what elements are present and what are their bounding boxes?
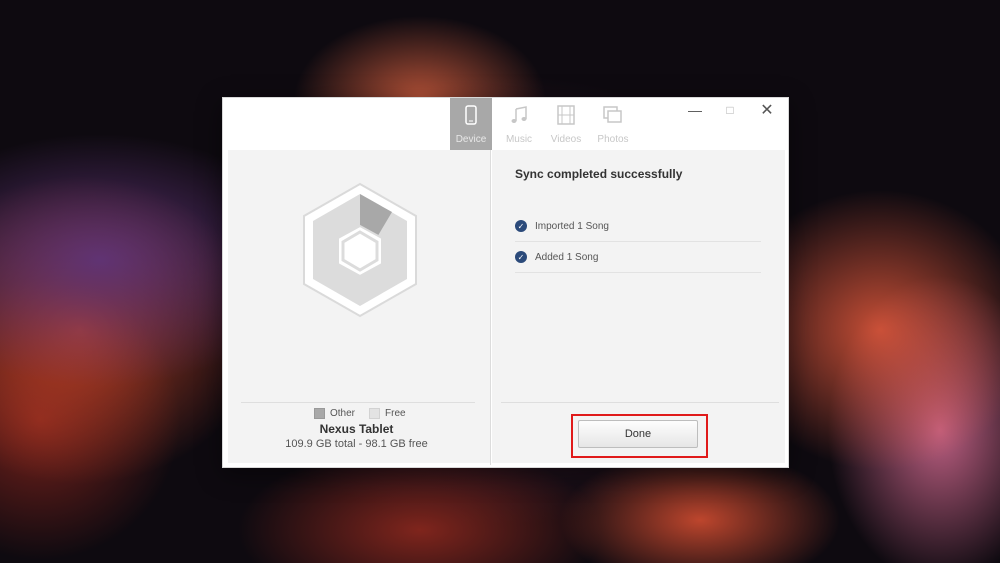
check-circle-icon: ✓: [515, 220, 527, 232]
music-note-icon: [509, 104, 529, 126]
legend-free-label: Free: [385, 408, 406, 419]
sync-result-text: Imported 1 Song: [535, 220, 609, 232]
tab-device[interactable]: Device: [450, 98, 492, 150]
sync-status-title: Sync completed successfully: [515, 167, 683, 181]
maximize-button[interactable]: □: [715, 100, 745, 120]
tab-label: Photos: [597, 134, 629, 145]
legend-free: Free: [369, 408, 406, 419]
check-circle-icon: ✓: [515, 251, 527, 263]
phone-icon: [465, 104, 477, 126]
legend-other: Other: [314, 408, 355, 419]
other-swatch: [314, 408, 325, 419]
device-storage: 109.9 GB total - 98.1 GB free: [285, 438, 428, 450]
pane-divider: [490, 150, 491, 465]
device-pane: Other Free: [228, 150, 490, 463]
free-swatch: [369, 408, 381, 419]
sync-result-item: ✓ Imported 1 Song: [515, 211, 761, 242]
tab-label: Music: [505, 134, 533, 145]
tab-videos[interactable]: Videos: [545, 98, 587, 150]
tab-photos[interactable]: Photos: [592, 98, 634, 150]
storage-legend: Other Free: [314, 408, 406, 419]
storage-hexagon-chart: [300, 182, 420, 322]
tab-label: Videos: [550, 134, 582, 145]
device-name: Nexus Tablet: [319, 422, 394, 436]
tab-label: Device: [455, 134, 487, 145]
done-button[interactable]: Done: [578, 420, 698, 448]
photos-icon: [603, 104, 623, 126]
close-button[interactable]: ✕: [752, 100, 782, 120]
film-icon: [557, 104, 575, 126]
tab-music[interactable]: Music: [498, 98, 540, 150]
sync-result-item: ✓ Added 1 Song: [515, 242, 761, 273]
left-separator: [241, 402, 475, 403]
legend-other-label: Other: [330, 408, 356, 419]
minimize-button[interactable]: —: [680, 100, 710, 120]
title-bar: Device Music Videos Photos — □ ✕: [223, 98, 788, 150]
sync-result-text: Added 1 Song: [535, 251, 599, 263]
sync-window: Device Music Videos Photos — □ ✕ Other F…: [222, 97, 789, 468]
right-separator: [501, 402, 779, 403]
